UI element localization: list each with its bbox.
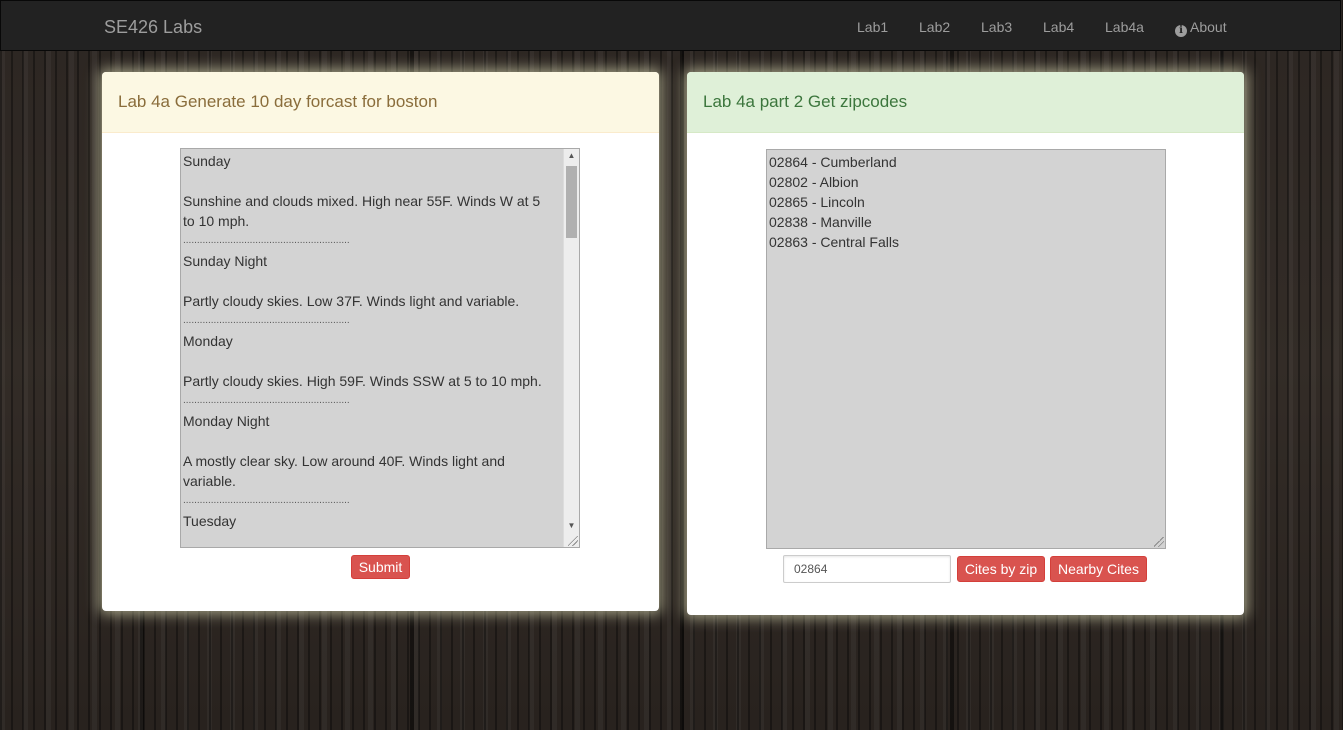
forecast-line: Sunshine and clouds mixed. High near 55F… [183, 193, 541, 209]
scroll-down-arrow-icon[interactable]: ▼ [564, 519, 579, 533]
zipcode-result-line: 02863 - Central Falls [769, 234, 899, 250]
forecast-panel-heading: Lab 4a Generate 10 day forcast for bosto… [102, 72, 659, 133]
scroll-up-arrow-icon[interactable]: ▲ [564, 149, 579, 163]
forecast-panel-title: Lab 4a Generate 10 day forcast for bosto… [118, 92, 438, 111]
forecast-line: variable. [183, 473, 236, 489]
cities-by-zip-button[interactable]: Cites by zip [957, 556, 1045, 582]
zipcode-panel-heading: Lab 4a part 2 Get zipcodes [687, 72, 1244, 133]
forecast-line [183, 431, 561, 451]
forecast-line: to 10 mph. [183, 213, 250, 229]
scroll-thumb[interactable] [566, 166, 577, 238]
zip-input[interactable] [783, 555, 951, 583]
submit-button[interactable]: Submit [351, 555, 410, 579]
zipcode-panel: Lab 4a part 2 Get zipcodes 02864 - Cumbe… [687, 72, 1244, 615]
forecast-scrollbar[interactable]: ▲ ▼ [563, 149, 579, 547]
forecast-line: ........................................… [183, 495, 350, 506]
forecast-textarea[interactable]: Sunday Sunshine and clouds mixed. High ne… [180, 148, 580, 548]
forecast-line: ........................................… [183, 315, 350, 326]
resize-grip-icon[interactable] [1154, 537, 1164, 547]
zipcode-results-text: 02864 - Cumberland 02802 - Albion 02865 - … [769, 152, 899, 252]
nav-link-lab4a[interactable]: Lab4a [1105, 19, 1144, 35]
zipcode-result-line: 02838 - Manville [769, 214, 872, 230]
nearby-cities-button[interactable]: Nearby Cites [1050, 556, 1147, 582]
forecast-line: Partly cloudy skies. Low 37F. Winds ligh… [183, 293, 520, 309]
forecast-line: Monday [183, 333, 233, 349]
zipcode-results-textarea[interactable]: 02864 - Cumberland 02802 - Albion 02865 - … [766, 149, 1166, 549]
zipcode-result-line: 02864 - Cumberland [769, 154, 897, 170]
resize-grip-icon[interactable] [568, 536, 578, 546]
nav-link-lab3[interactable]: Lab3 [981, 19, 1012, 35]
forecast-line [183, 271, 561, 291]
nav-links: Lab1 Lab2 Lab3 Lab4 Lab4a i About [1, 19, 1340, 39]
zipcode-panel-title: Lab 4a part 2 Get zipcodes [703, 92, 908, 111]
forecast-line [183, 351, 561, 371]
nav-link-lab4[interactable]: Lab4 [1043, 19, 1074, 35]
zipcode-result-line: 02865 - Lincoln [769, 194, 865, 210]
forecast-panel: Lab 4a Generate 10 day forcast for bosto… [102, 72, 659, 611]
zipcode-result-line: 02802 - Albion [769, 174, 859, 190]
top-navbar: SE426 Labs Lab1 Lab2 Lab3 Lab4 Lab4a i Ab… [0, 0, 1341, 51]
forecast-line: Sunday Night [183, 253, 268, 269]
forecast-text: Sunday Sunshine and clouds mixed. High ne… [183, 151, 561, 531]
about-label: About [1190, 19, 1227, 35]
forecast-line: Monday Night [183, 413, 270, 429]
nav-link-lab2[interactable]: Lab2 [919, 19, 950, 35]
forecast-line: Tuesday [183, 513, 237, 529]
info-icon: i [1175, 25, 1187, 37]
forecast-line: A mostly clear sky. Low around 40F. Wind… [183, 453, 505, 469]
forecast-line: Sunday [183, 153, 231, 169]
forecast-line: Partly cloudy skies. High 59F. Winds SSW… [183, 373, 542, 389]
nav-link-about[interactable]: i About [1175, 19, 1227, 37]
forecast-line: ........................................… [183, 235, 350, 246]
nav-link-lab1[interactable]: Lab1 [857, 19, 888, 35]
forecast-line: ........................................… [183, 395, 350, 406]
forecast-line [183, 171, 561, 191]
